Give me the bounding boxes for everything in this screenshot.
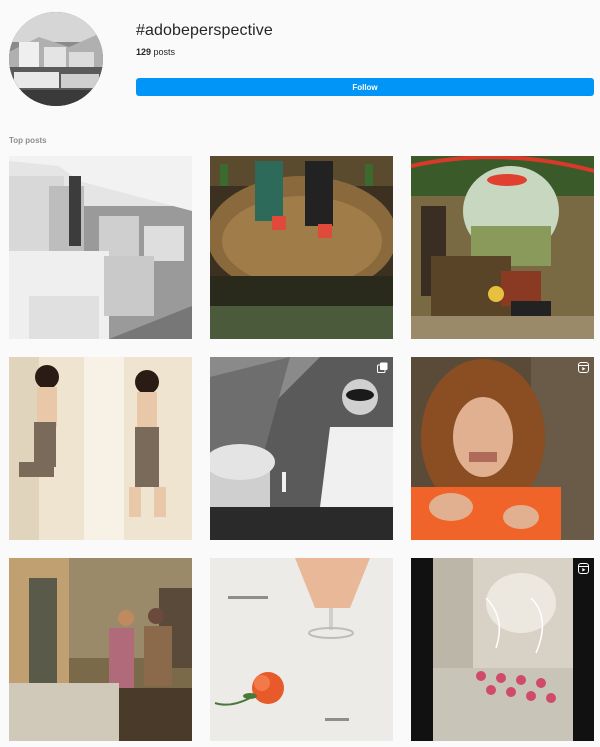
post-tile-3[interactable]: [411, 156, 594, 339]
post-tile-2[interactable]: [210, 156, 393, 339]
post-image-4: [9, 357, 192, 540]
reels-icon: [578, 362, 589, 373]
post-image-1: [9, 156, 192, 339]
post-tile-6[interactable]: [411, 357, 594, 540]
hashtag-title: #adobeperspective: [136, 22, 273, 39]
follow-button[interactable]: Follow: [136, 78, 594, 96]
post-count-number: 129: [136, 47, 152, 57]
post-tile-7[interactable]: [9, 558, 192, 741]
carousel-icon: [377, 362, 388, 373]
post-image-9: [411, 558, 594, 741]
post-image-8: [210, 558, 393, 741]
post-image-5: [210, 357, 393, 540]
post-tile-9[interactable]: [411, 558, 594, 741]
hashtag-avatar: [9, 12, 103, 106]
top-posts-label: Top posts: [9, 136, 47, 145]
post-tile-5[interactable]: [210, 357, 393, 540]
post-count: 129 posts: [136, 47, 175, 57]
reels-icon: [578, 563, 589, 574]
post-tile-8[interactable]: [210, 558, 393, 741]
post-count-suffix: posts: [151, 47, 176, 57]
post-image-2: [210, 156, 393, 339]
post-tile-1[interactable]: [9, 156, 192, 339]
post-image-7: [9, 558, 192, 741]
post-image-6: [411, 357, 594, 540]
hashtag-header: #adobeperspective 129 posts Follow: [0, 0, 600, 120]
post-image-3: [411, 156, 594, 339]
post-tile-4[interactable]: [9, 357, 192, 540]
hashtag-page: #adobeperspective 129 posts Follow Top p…: [0, 0, 600, 747]
